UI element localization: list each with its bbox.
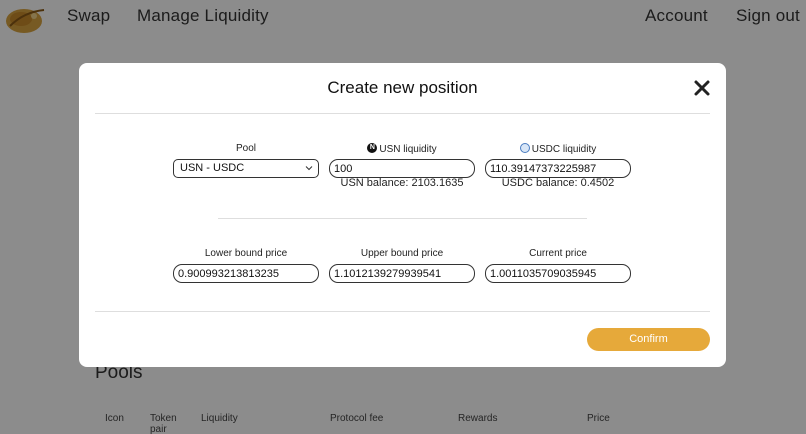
footer-divider: [95, 311, 710, 312]
create-position-modal: Create new position Pool USN - USDC USN …: [79, 63, 726, 367]
usdc-liquidity-input[interactable]: [485, 159, 631, 178]
upper-bound-label: Upper bound price: [360, 248, 444, 259]
usn-token-icon: [367, 143, 378, 153]
section-divider: [218, 218, 587, 219]
lower-bound-input[interactable]: [173, 264, 319, 283]
close-icon[interactable]: [693, 79, 711, 97]
usn-balance: USN balance: 2103.1635: [340, 177, 464, 189]
usn-liquidity-label-text: USN liquidity: [379, 144, 437, 155]
chevron-down-icon: [305, 166, 313, 171]
usdc-liquidity-label-text: USDC liquidity: [531, 144, 597, 155]
upper-bound-input[interactable]: [329, 264, 475, 283]
current-price-label: Current price: [529, 248, 587, 259]
usdc-liquidity-label: USDC liquidity: [485, 143, 631, 155]
current-price-input[interactable]: [485, 264, 631, 283]
pool-select[interactable]: USN - USDC: [173, 159, 319, 178]
usn-liquidity-label: USN liquidity: [329, 143, 475, 155]
confirm-button[interactable]: Confirm: [587, 328, 710, 351]
usdc-balance: USDC balance: 0.4502: [501, 177, 615, 189]
usn-liquidity-input[interactable]: [329, 159, 475, 178]
header-divider: [95, 113, 710, 114]
lower-bound-label: Lower bound price: [204, 248, 288, 259]
usdc-token-icon: [519, 143, 530, 153]
pool-select-value: USN - USDC: [180, 162, 245, 174]
modal-title: Create new position: [327, 78, 478, 97]
pool-label: Pool: [235, 143, 256, 154]
